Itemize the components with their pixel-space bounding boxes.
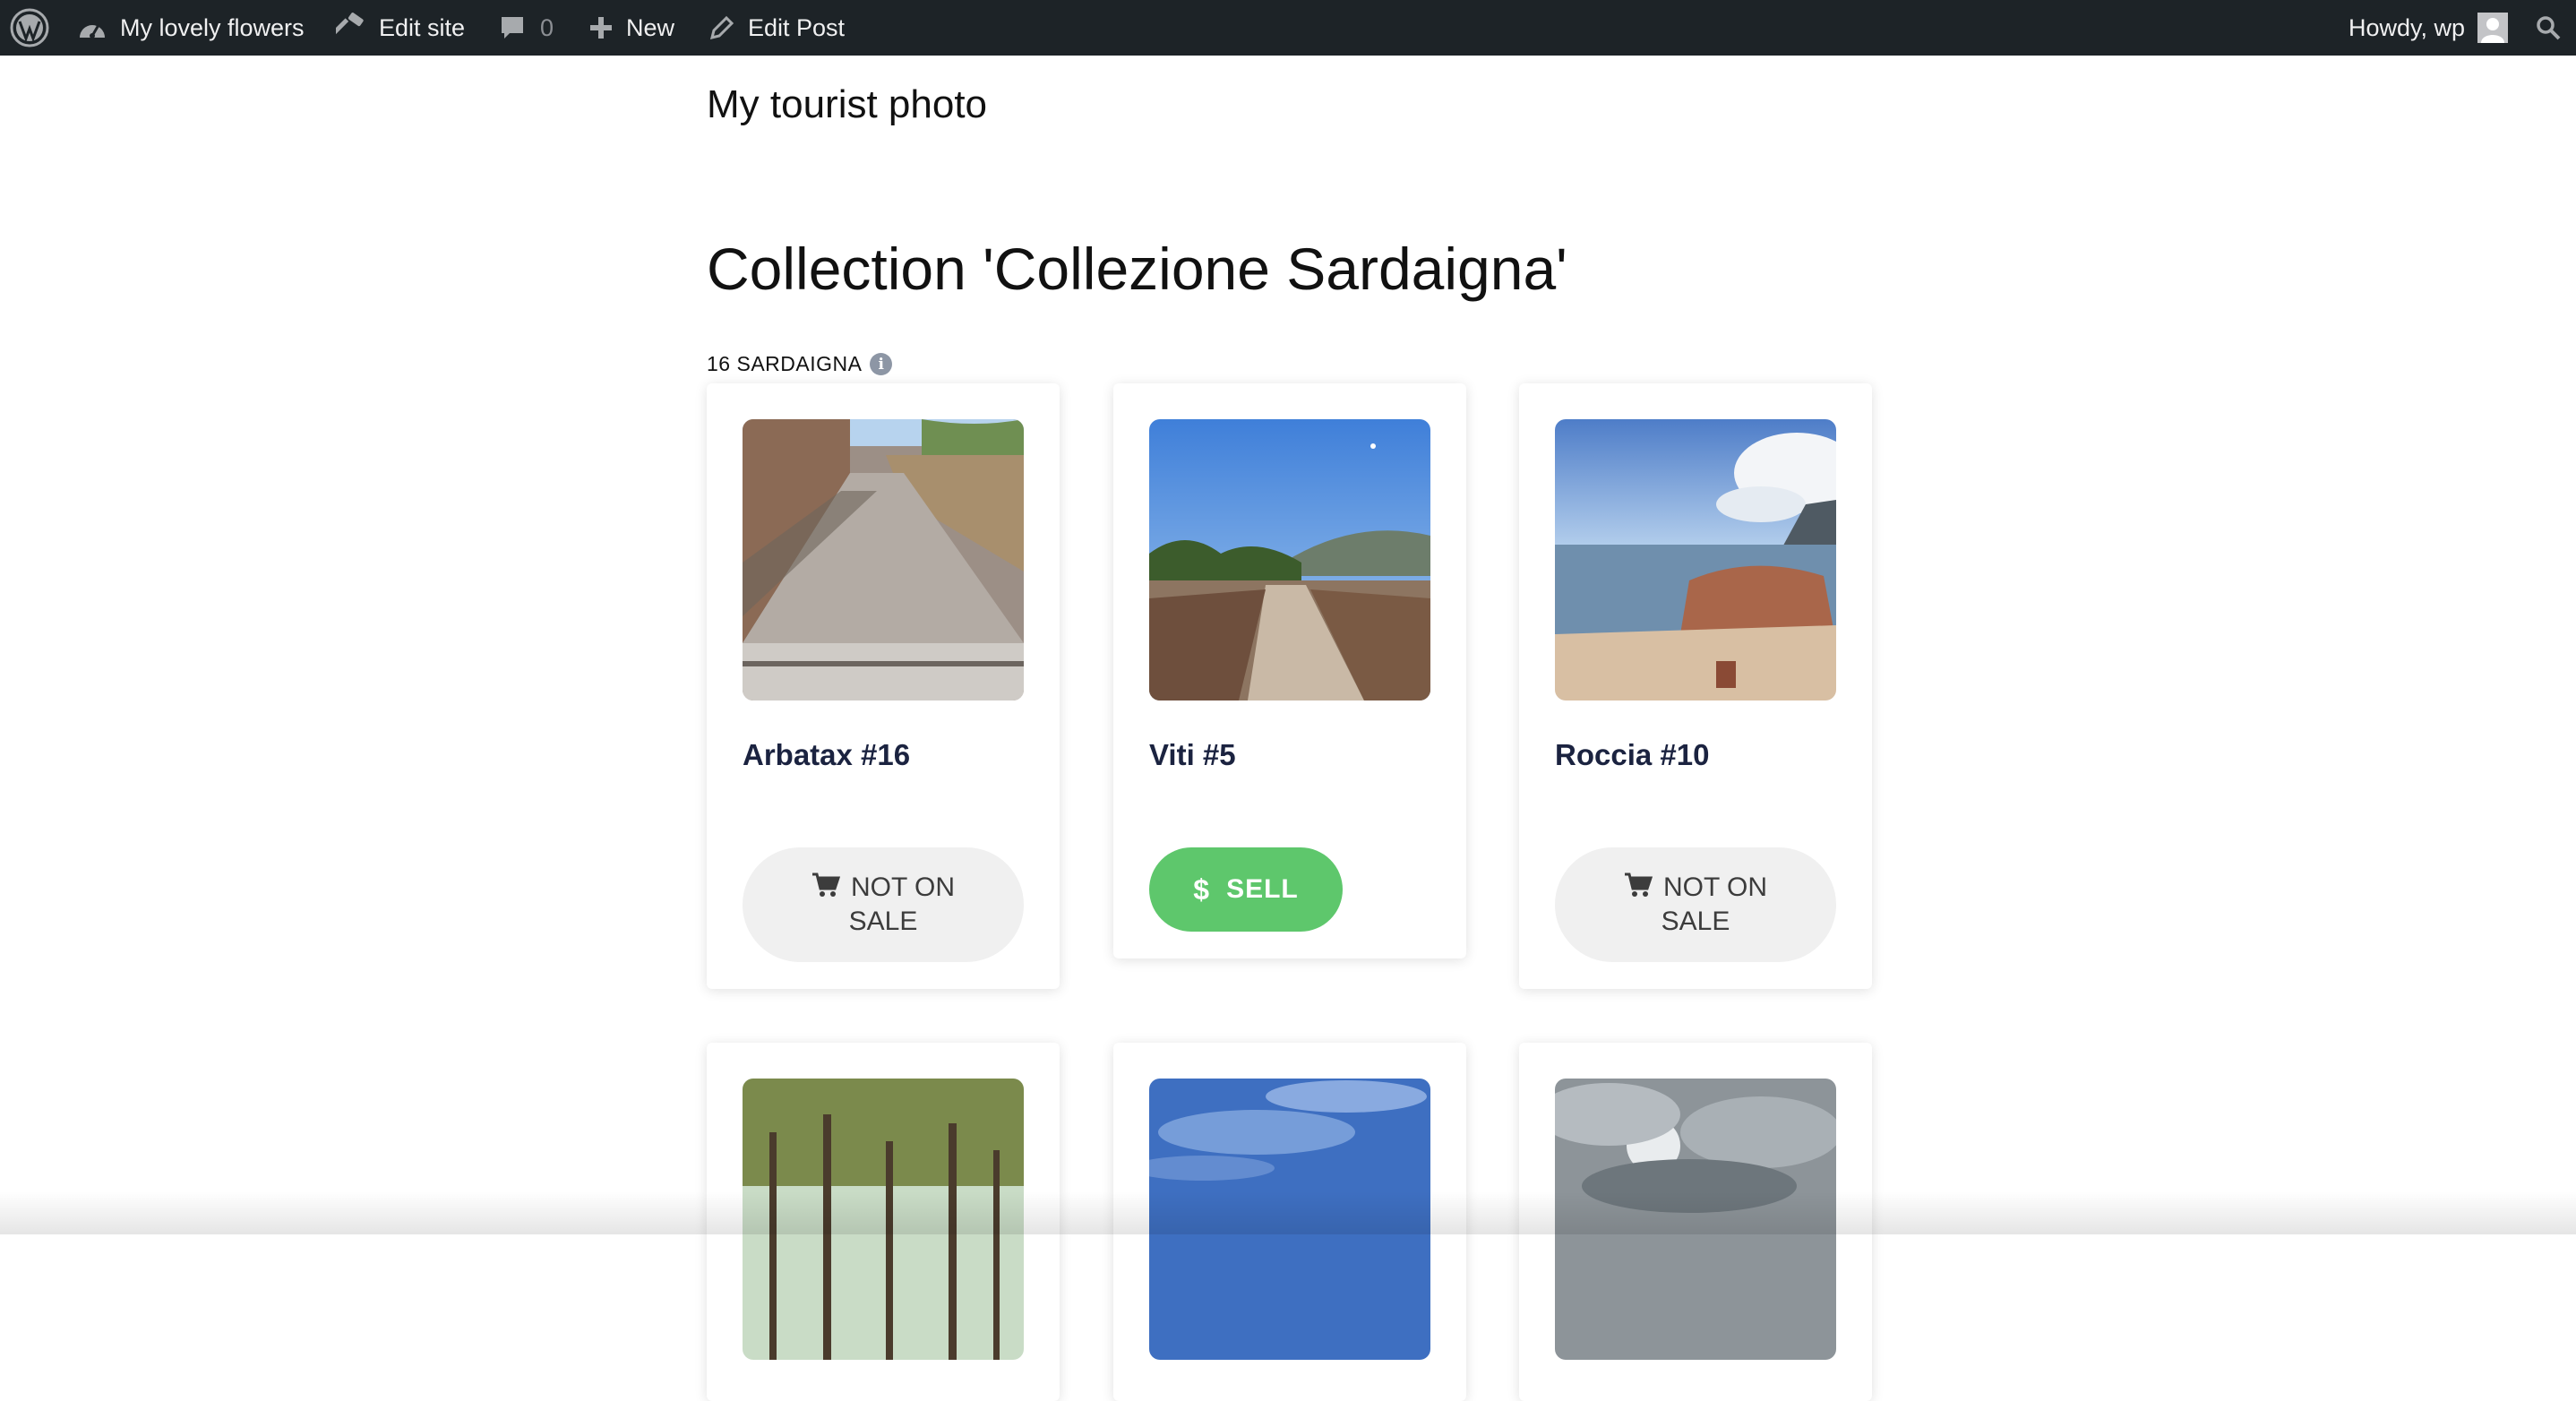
site-title[interactable]: My tourist photo: [707, 82, 987, 127]
sell-button[interactable]: $ SELL: [1149, 847, 1343, 932]
cart-icon: [811, 872, 841, 906]
edit-post-link[interactable]: Edit Post: [708, 0, 845, 56]
rocky-beach-photo[interactable]: [1555, 419, 1836, 700]
collection-meta: 16 SARDAIGNA i: [707, 352, 893, 376]
site-name-label: My lovely flowers: [120, 13, 305, 41]
edit-post-label: Edit Post: [748, 13, 846, 41]
not-on-sale-label: NOT ON SALE: [1661, 872, 1768, 936]
new-label: New: [626, 13, 675, 41]
site-name-menu[interactable]: My lovely flowers: [77, 0, 305, 56]
pencil-icon: [708, 14, 735, 41]
comments-count: 0: [540, 13, 554, 41]
stone-path-photo[interactable]: [743, 419, 1024, 700]
nft-title[interactable]: Viti #5: [1149, 738, 1236, 772]
info-icon[interactable]: i: [870, 353, 893, 375]
nft-card: Roccia #10 NOT ON SALE: [1519, 383, 1872, 989]
hammer-icon: [336, 13, 366, 43]
dollar-icon: $: [1193, 872, 1211, 906]
search-icon[interactable]: [2535, 0, 2562, 56]
cart-icon: [1624, 872, 1653, 906]
avatar: [2477, 13, 2509, 43]
not-on-sale-label: NOT ON SALE: [848, 872, 956, 936]
greeting-label: Howdy, wp: [2348, 13, 2466, 41]
comment-icon: [499, 14, 526, 41]
vineyard-photo[interactable]: [1149, 419, 1430, 700]
nft-card: Arbatax #16 NOT ON SALE: [707, 383, 1060, 989]
nft-title[interactable]: Roccia #10: [1555, 738, 1709, 772]
edit-site-link[interactable]: Edit site: [336, 0, 465, 56]
dashboard-icon: [77, 14, 107, 41]
nft-card: Viti #5 $ SELL: [1113, 383, 1466, 958]
account-menu[interactable]: Howdy, wp: [2348, 0, 2509, 56]
wordpress-icon[interactable]: [9, 0, 50, 56]
sell-label: SELL: [1226, 874, 1299, 904]
collection-meta-label: 16 SARDAIGNA: [707, 352, 863, 375]
nft-title[interactable]: Arbatax #16: [743, 738, 910, 772]
bottom-shadow: [0, 1191, 2576, 1234]
comments-link[interactable]: 0: [499, 0, 554, 56]
edit-site-label: Edit site: [379, 13, 466, 41]
not-on-sale-button[interactable]: NOT ON SALE: [743, 847, 1024, 962]
new-content-menu[interactable]: New: [588, 0, 674, 56]
not-on-sale-button[interactable]: NOT ON SALE: [1555, 847, 1836, 962]
collection-title: Collection 'Collezione Sardaigna': [707, 236, 1567, 302]
admin-bar: My lovely flowers Edit site 0 New Edit P…: [0, 0, 2576, 56]
plus-icon: [588, 15, 614, 40]
